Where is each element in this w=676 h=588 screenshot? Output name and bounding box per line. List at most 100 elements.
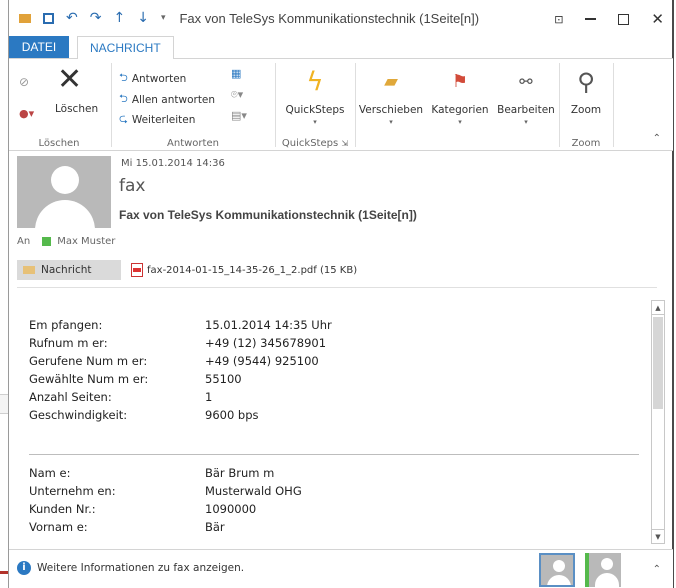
sender-name[interactable]: fax: [119, 176, 145, 196]
field-value: 1090000: [205, 502, 257, 516]
minimize-button[interactable]: [585, 18, 597, 20]
to-label: An: [17, 236, 31, 247]
attachment-file[interactable]: fax-2014-01-15_14-35-26_1_2.pdf (15 KB): [131, 263, 357, 277]
binoculars-icon: ⚯: [519, 72, 533, 91]
zoom-button[interactable]: ⚲ Zoom: [561, 67, 611, 116]
scroll-down-button[interactable]: ▼: [652, 529, 664, 543]
message-body: Em pfangen: 15.01.2014 14:35 Uhr Rufnum …: [9, 290, 645, 546]
field-label: Rufnum m er:: [29, 336, 108, 350]
scroll-up-button[interactable]: ▲: [652, 301, 664, 315]
vertical-scrollbar[interactable]: ▲ ▼: [651, 300, 665, 544]
ribbon-tabs: DATEI NACHRICHT: [9, 36, 673, 60]
zoom-group: ⚲ Zoom Zoom: [561, 59, 611, 151]
delete-group: ⊘ ✕ ●▾ Löschen Löschen: [9, 59, 109, 151]
window-title: Fax von TeleSys Kommunikationstechnik (1…: [179, 10, 480, 26]
meeting-icon[interactable]: ▦: [231, 67, 241, 80]
attachment-bar: Nachricht fax-2014-01-15_14-35-26_1_2.pd…: [9, 259, 673, 281]
forward-button[interactable]: ⮎ Weiterleiten: [119, 110, 195, 129]
field-value: 1: [205, 390, 213, 404]
previous-item-icon[interactable]: ↑: [113, 10, 125, 26]
field-label: Vornam e:: [29, 520, 88, 534]
people-pane-info[interactable]: Weitere Informationen zu fax anzeigen.: [37, 562, 244, 574]
dialog-launcher-icon[interactable]: ⇲: [341, 139, 348, 148]
delete-button-label[interactable]: Löschen: [55, 103, 98, 115]
field-label: Gewählte Num m er:: [29, 372, 149, 386]
more-respond-icon[interactable]: ▤▾: [231, 109, 247, 122]
reply-all-icon: ⮌: [119, 92, 128, 105]
ignore-icon[interactable]: ⊘: [19, 75, 29, 89]
field-label: Anzahl Seiten:: [29, 390, 112, 404]
redo-icon[interactable]: ↷: [90, 10, 102, 26]
field-label: Geschwindigkeit:: [29, 408, 128, 422]
delete-icon[interactable]: ✕: [57, 65, 82, 95]
message-tab-label: Nachricht: [41, 264, 92, 276]
chevron-down-icon: ▾: [458, 118, 462, 126]
presence-icon: [42, 237, 52, 246]
ribbon-display-options-icon[interactable]: ⊡: [554, 13, 563, 26]
junk-icon[interactable]: ●▾: [19, 107, 34, 120]
move-button[interactable]: ▰ Verschieben ▾: [355, 67, 427, 126]
ribbon-separator: [275, 63, 276, 147]
sender-avatar: [17, 156, 111, 228]
undo-icon[interactable]: ↶: [66, 10, 78, 26]
forward-icon: ⮎: [119, 112, 128, 125]
chevron-down-icon: ▾: [389, 118, 393, 126]
ribbon: ⊘ ✕ ●▾ Löschen Löschen ⮌ Antworten ⮌ All…: [9, 59, 673, 151]
ribbon-separator: [613, 63, 614, 147]
ribbon-separator: [111, 63, 112, 147]
field-value: Bär Brum m: [205, 466, 275, 480]
title-bar: ↶ ↷ ↑ ↓ ▾ Fax von TeleSys Kommunikations…: [9, 0, 672, 36]
ribbon-separator: [559, 63, 560, 147]
info-icon: i: [17, 561, 31, 575]
message-date: Mi 15.01.2014 14:36: [121, 158, 225, 169]
quicksteps-button[interactable]: ϟ QuickSteps ▾: [277, 67, 353, 126]
recipient-row: An Max Muster: [17, 236, 115, 247]
maximize-button[interactable]: [618, 13, 630, 25]
customize-toolbar-icon[interactable]: ▾: [161, 13, 166, 23]
field-value: 15.01.2014 14:35 Uhr: [205, 318, 332, 332]
reply-icon: ⮌: [119, 71, 128, 84]
tab-message[interactable]: NACHRICHT: [77, 36, 174, 60]
message-envelope-icon: [23, 266, 35, 274]
move-folder-icon: ▰: [384, 71, 398, 92]
pdf-icon: [131, 263, 143, 277]
envelope-icon: [19, 13, 31, 23]
field-value: +49 (12) 345678901: [205, 336, 327, 350]
chevron-down-icon: ▾: [313, 118, 317, 126]
window-controls: ⊡ ✕: [554, 10, 664, 28]
reply-button[interactable]: ⮌ Antworten: [119, 69, 186, 88]
group-label-quicksteps: QuickSteps ⇲: [277, 138, 353, 149]
scroll-thumb[interactable]: [653, 317, 663, 409]
tab-file[interactable]: DATEI: [9, 36, 69, 58]
people-pane-avatar-sender[interactable]: [539, 553, 575, 587]
recipient-name[interactable]: Max Muster: [57, 236, 115, 247]
magnifier-icon: ⚲: [577, 68, 595, 96]
save-icon[interactable]: [43, 12, 54, 24]
editing-button[interactable]: ⚯ Bearbeiten ▾: [493, 67, 559, 126]
field-label: Gerufene Num m er:: [29, 354, 148, 368]
message-header: Mi 15.01.2014 14:36 fax Fax von TeleSys …: [9, 152, 673, 254]
message-tab-button[interactable]: Nachricht: [17, 260, 121, 280]
close-button[interactable]: ✕: [651, 10, 664, 28]
chevron-down-icon: ▾: [524, 118, 528, 126]
reply-all-button[interactable]: ⮌ Allen antworten: [119, 90, 215, 109]
reply-all-label: Allen antworten: [131, 93, 216, 106]
reply-label: Antworten: [131, 72, 187, 85]
im-icon[interactable]: ⌾▾: [231, 88, 243, 102]
expand-people-pane-icon[interactable]: ⌃: [653, 564, 661, 575]
field-value: Musterwald OHG: [205, 484, 302, 498]
people-pane-avatar-recipient[interactable]: [585, 553, 621, 587]
field-value: 9600 bps: [205, 408, 259, 422]
collapse-ribbon-icon[interactable]: ⌃: [653, 133, 661, 144]
field-label: Unternehm en:: [29, 484, 116, 498]
categorize-button[interactable]: ⚑ Kategorien ▾: [427, 67, 493, 126]
forward-label: Weiterleiten: [131, 113, 196, 126]
attachment-file-name: fax-2014-01-15_14-35-26_1_2.pdf (15 KB): [147, 264, 358, 276]
next-item-icon[interactable]: ↓: [137, 10, 149, 26]
group-label-respond: Antworten: [167, 138, 219, 149]
field-value: Bär: [205, 520, 225, 534]
categorize-label: Kategorien: [431, 104, 489, 116]
field-label: Nam e:: [29, 466, 71, 480]
field-value: +49 (9544) 925100: [205, 354, 319, 368]
quicksteps-group: ϟ QuickSteps ▾ QuickSteps ⇲: [277, 59, 353, 151]
